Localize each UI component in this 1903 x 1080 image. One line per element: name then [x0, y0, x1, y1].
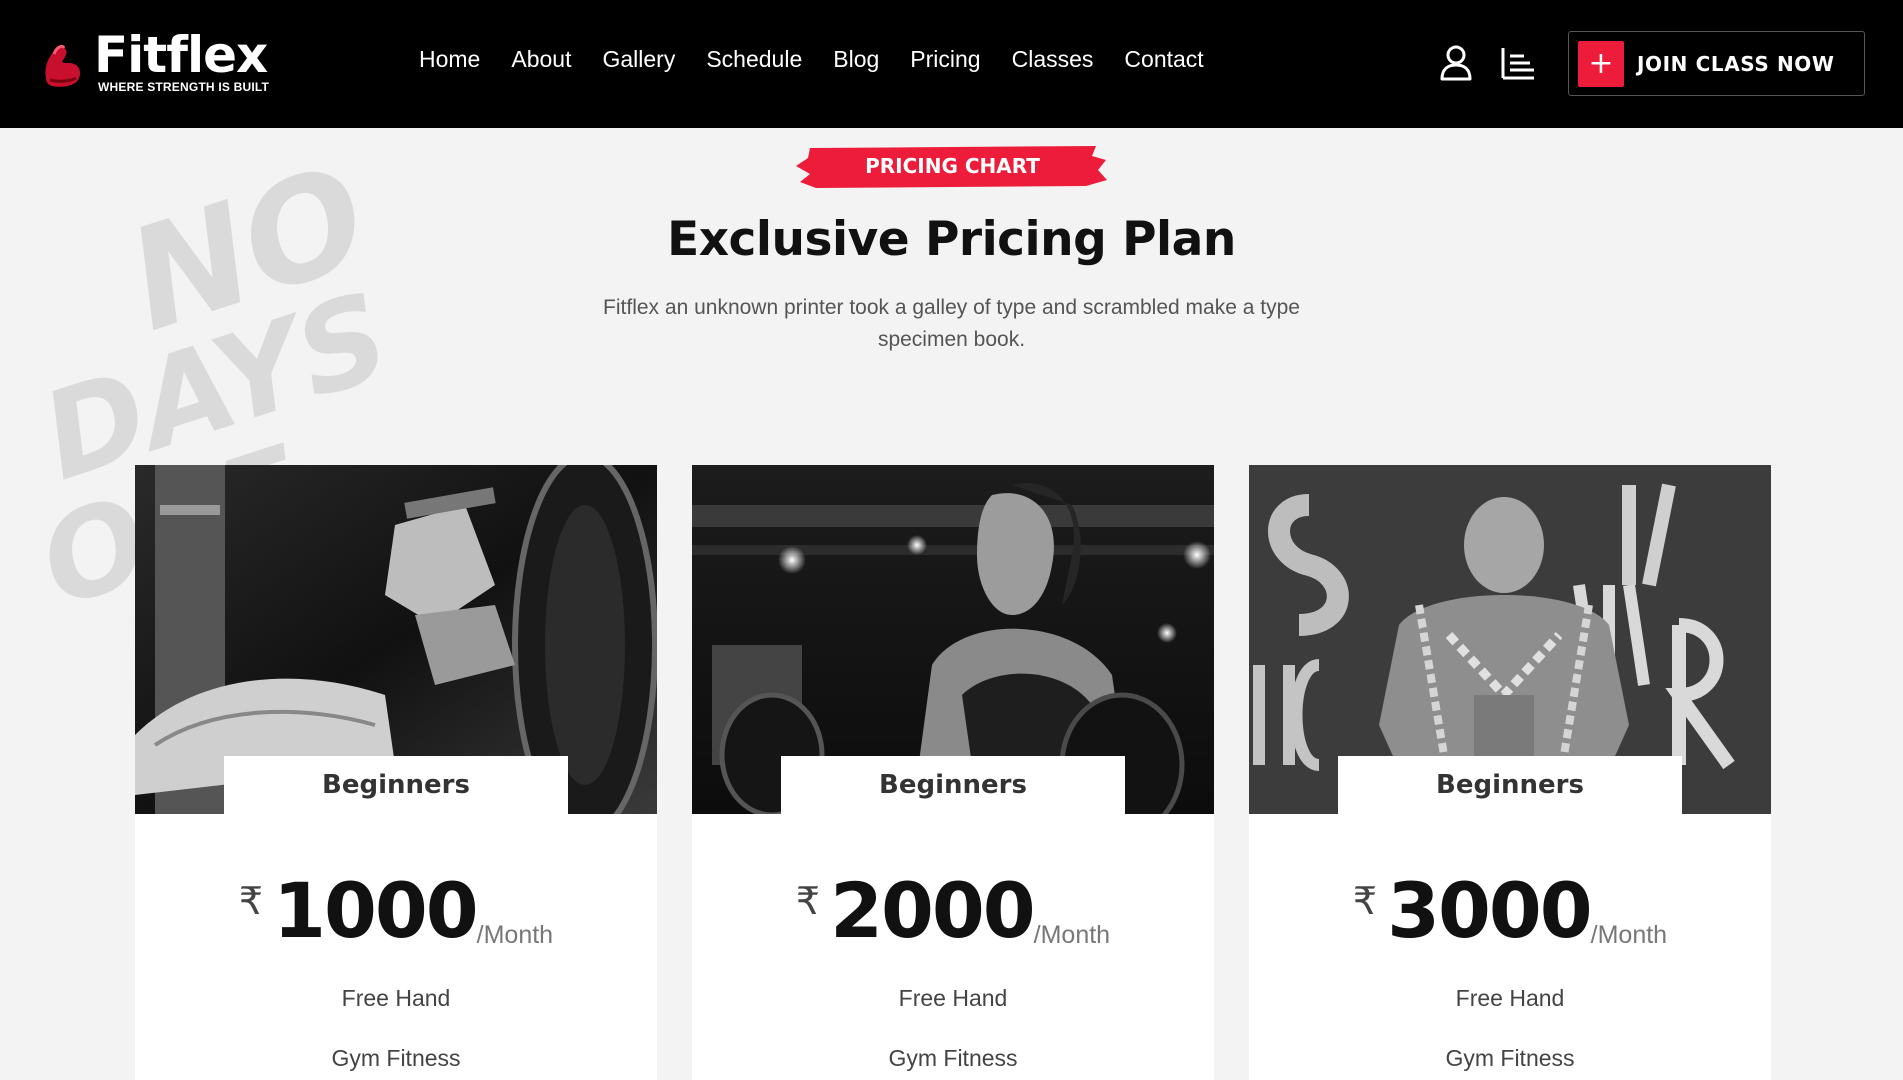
pricing-card: Beginners ₹ 2000 /Month Free Hand Gym Fi…	[692, 465, 1214, 1080]
nav-schedule[interactable]: Schedule	[706, 46, 802, 73]
pricing-card: Beginners ₹ 1000 /Month Free Hand Gym Fi…	[135, 465, 657, 1080]
main-nav: Home About Gallery Schedule Blog Pricing…	[419, 46, 1235, 73]
join-class-label: JOIN CLASS NOW	[1637, 51, 1835, 76]
plan-feature: Free Hand	[1455, 985, 1565, 1011]
price-amount: 2000	[830, 866, 1036, 955]
brand-name: Fitflex	[94, 26, 268, 84]
nav-home[interactable]: Home	[419, 46, 480, 73]
price-amount: 3000	[1387, 866, 1593, 955]
nav-about[interactable]: About	[511, 46, 571, 73]
currency-symbol: ₹	[1352, 879, 1378, 923]
brand-logo[interactable]: Fitflex WHERE STRENGTH IS BUILT	[40, 26, 280, 98]
plan-name-tab: Beginners	[1338, 756, 1682, 814]
plan-feature: Gym Fitness	[888, 1045, 1018, 1071]
plan-feature: Free Hand	[341, 985, 451, 1011]
pricing-card: Beginners ₹ 3000 /Month Free Hand Gym Fi…	[1249, 465, 1771, 1080]
join-class-button[interactable]: + JOIN CLASS NOW	[1568, 31, 1865, 96]
currency-symbol: ₹	[238, 879, 264, 923]
nav-contact[interactable]: Contact	[1124, 46, 1203, 73]
plus-icon: +	[1578, 40, 1624, 87]
user-icon[interactable]	[1438, 44, 1474, 82]
plan-name: Beginners	[322, 770, 470, 800]
price-period: /Month	[1033, 921, 1111, 949]
site-header: Fitflex WHERE STRENGTH IS BUILT Home Abo…	[0, 0, 1903, 128]
plan-price: ₹ 1000 /Month	[135, 873, 657, 950]
section-badge-label: PRICING CHART	[865, 154, 1040, 178]
nav-classes[interactable]: Classes	[1012, 46, 1094, 73]
plan-name: Beginners	[879, 770, 1027, 800]
plan-price: ₹ 3000 /Month	[1249, 873, 1771, 950]
price-period: /Month	[1590, 921, 1668, 949]
price-period: /Month	[476, 921, 554, 949]
nav-pricing[interactable]: Pricing	[910, 46, 980, 73]
list-icon[interactable]	[1500, 44, 1536, 82]
plan-feature: Free Hand	[898, 985, 1008, 1011]
currency-symbol: ₹	[795, 879, 821, 923]
plan-feature: Gym Fitness	[1445, 1045, 1575, 1071]
plan-name-tab: Beginners	[781, 756, 1125, 814]
plan-name: Beginners	[1436, 770, 1584, 800]
nav-gallery[interactable]: Gallery	[602, 46, 675, 73]
plan-price: ₹ 2000 /Month	[692, 873, 1214, 950]
flexed-arm-logo-icon	[45, 44, 81, 87]
price-amount: 1000	[273, 866, 479, 955]
plan-name-tab: Beginners	[224, 756, 568, 814]
plan-feature: Gym Fitness	[331, 1045, 461, 1071]
brand-tagline: WHERE STRENGTH IS BUILT	[98, 80, 270, 94]
section-description: Fitflex an unknown printer took a galley…	[603, 296, 1300, 351]
section-title: Exclusive Pricing Plan	[667, 212, 1236, 267]
section-badge: PRICING CHART	[796, 142, 1109, 190]
nav-blog[interactable]: Blog	[833, 46, 879, 73]
